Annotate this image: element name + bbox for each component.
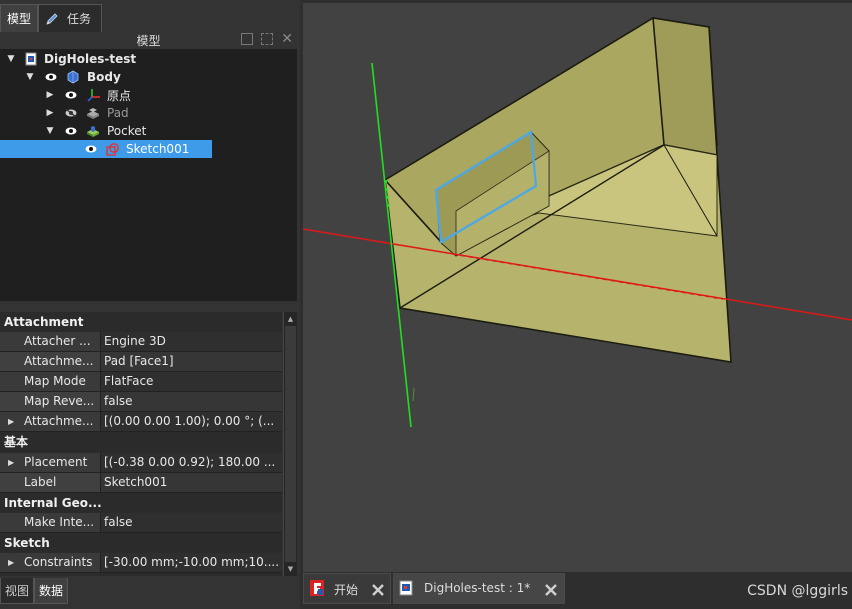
doc-tab-digholes[interactable]: DigHoles-test : 1* [393,573,565,604]
property-view-tabs: 视图 数据 [0,578,69,604]
doc-tab-start[interactable]: 开始 [303,573,391,604]
combo-view-panel: 模型 任务 模型 ✕ ▼ DigHoles-test ▼ Body ▶ 原点 ▶… [0,0,300,609]
document-icon [25,52,37,66]
3d-viewport[interactable] [303,3,852,572]
float-panel-icon[interactable] [261,33,274,45]
property-row[interactable]: Map Mode FlatFace [0,372,282,392]
eye-hidden-icon[interactable] [65,109,77,117]
property-row[interactable]: Constraints ▶ [-30.00 mm;-10.00 mm;10...… [0,553,282,573]
property-row[interactable]: Make Inte... false [0,513,282,533]
freecad-start-icon [310,580,324,596]
collapse-arrow-icon[interactable]: ▼ [45,126,55,136]
eye-icon[interactable] [65,127,77,135]
tab-tasks[interactable]: 任务 [38,4,103,32]
collapse-arrow-icon[interactable]: ▼ [25,72,35,82]
expand-arrow-icon[interactable]: ▶ [45,108,55,118]
property-row[interactable]: Map Reve... false [0,392,282,412]
tree-item-sketch[interactable]: Sketch001 [0,140,297,158]
collapse-arrow-icon[interactable]: ▼ [6,54,16,64]
model-panel-title: 模型 [136,34,161,48]
freecad-window: 模型 任务 模型 ✕ ▼ DigHoles-test ▼ Body ▶ 原点 ▶… [0,0,852,609]
close-icon[interactable]: ✕ [281,32,293,46]
freecad-document-icon [399,580,413,596]
property-group-internal-geometry[interactable]: Internal Geo... [0,493,282,513]
property-row[interactable]: Attacher ... Engine 3D [0,332,282,352]
scroll-down-icon[interactable]: ▼ [285,563,296,575]
tree-item-body[interactable]: ▼ Body [0,68,297,86]
expand-arrow-icon[interactable]: ▶ [8,458,14,467]
property-row[interactable]: Attachme... ▶ [(0.00 0.00 1.00); 0.00 °;… [0,412,282,432]
tree-item-document[interactable]: ▼ DigHoles-test [0,50,297,68]
property-editor: Attachment Attacher ... Engine 3D Attach… [0,312,282,576]
expand-arrow-icon[interactable]: ▶ [45,90,55,100]
property-scrollbar[interactable]: ▲ ▼ [283,312,297,576]
eye-icon[interactable] [65,91,77,99]
tab-data[interactable]: 数据 [34,578,69,604]
tab-model[interactable]: 模型 [0,4,39,32]
property-group-base[interactable]: 基本 [0,432,282,452]
eye-icon[interactable] [85,145,97,153]
property-group-attachment[interactable]: Attachment [0,312,282,332]
pocket-icon [87,126,99,137]
expand-arrow-icon[interactable]: ▶ [8,417,14,426]
watermark: CSDN @lggirls [747,583,848,599]
eye-icon[interactable] [45,73,57,81]
property-row[interactable]: Placement ▶ [(-0.38 0.00 0.92); 180.00 .… [0,453,282,473]
pencil-icon [46,12,58,25]
axis-tick [412,387,415,402]
scroll-up-icon[interactable]: ▲ [285,313,296,325]
tree-item-pad[interactable]: ▶ Pad [0,104,297,122]
close-icon[interactable] [544,583,558,597]
origin-axes-icon [87,89,100,102]
body-icon [67,70,79,84]
expand-arrow-icon[interactable]: ▶ [8,558,14,567]
close-icon[interactable] [371,583,385,597]
pad-icon [87,108,99,119]
tab-view[interactable]: 视图 [0,578,35,604]
model-panel-header: 模型 ✕ [0,32,297,49]
scrollbar-thumb[interactable] [285,326,296,562]
tree-item-origin[interactable]: ▶ 原点 [0,86,297,104]
tree-item-pocket[interactable]: ▼ Pocket [0,122,297,140]
property-group-sketch[interactable]: Sketch [0,533,282,553]
solid-right-face[interactable] [652,17,718,156]
property-row[interactable]: Label Sketch001 [0,473,282,493]
collapse-panel-icon[interactable] [241,33,254,45]
combo-view-tabs: 模型 任务 [0,4,103,32]
sketch-icon [106,143,119,156]
property-row[interactable]: Attachme... Pad [Face1] [0,352,282,372]
3d-scene[interactable] [303,3,852,572]
model-tree: ▼ DigHoles-test ▼ Body ▶ 原点 ▶ Pad ▼ Pock… [0,49,297,301]
